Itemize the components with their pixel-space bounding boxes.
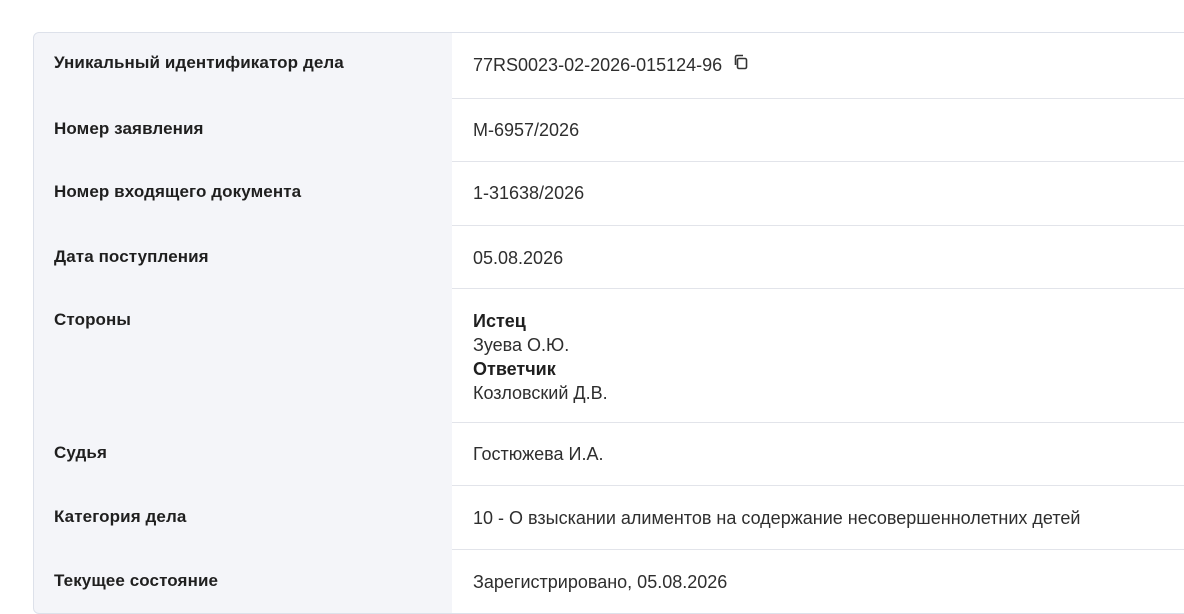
case-uid-label: Уникальный идентификатор дела xyxy=(54,53,344,72)
parties-cell: Истец Зуева О.Ю. Ответчик Козловский Д.В… xyxy=(452,289,1184,423)
incoming-doc-number-label: Номер входящего документа xyxy=(54,182,302,201)
defendant-role: Ответчик xyxy=(473,359,556,379)
application-number-label: Номер заявления xyxy=(54,119,204,138)
application-number-cell: М-6957/2026 xyxy=(452,99,1184,162)
status-label: Текущее состояние xyxy=(54,571,219,590)
incoming-doc-number-cell: 1-31638/2026 xyxy=(452,162,1184,226)
status-value: Зарегистрировано, 05.08.2026 xyxy=(473,572,728,592)
row-parties: Стороны Истец Зуева О.Ю. Ответчик Козлов… xyxy=(34,289,1184,423)
judge-value: Гостюжева И.А. xyxy=(473,444,604,464)
incoming-doc-number-value: 1-31638/2026 xyxy=(473,183,585,203)
row-incoming-doc-number: Номер входящего документа 1-31638/2026 xyxy=(34,162,1184,226)
copy-icon[interactable] xyxy=(732,53,750,76)
case-uid-value: 77RS0023-02-2026-015124-96 xyxy=(473,55,723,75)
row-status: Текущее состояние Зарегистрировано, 05.0… xyxy=(34,550,1184,613)
category-value: 10 - О взыскании алиментов на содержание… xyxy=(473,508,1081,528)
parties-label: Стороны xyxy=(54,310,132,329)
plaintiff-name: Зуева О.Ю. xyxy=(473,335,570,355)
row-judge: Судья Гостюжева И.А. xyxy=(34,423,1184,486)
row-case-uid: Уникальный идентификатор дела 77RS0023-0… xyxy=(34,33,1184,99)
judge-label: Судья xyxy=(54,443,107,462)
receipt-date-cell: 05.08.2026 xyxy=(452,226,1184,289)
judge-cell: Гостюжева И.А. xyxy=(452,423,1184,486)
defendant-name: Козловский Д.В. xyxy=(473,383,608,403)
plaintiff-role: Истец xyxy=(473,311,526,331)
receipt-date-value: 05.08.2026 xyxy=(473,248,564,268)
category-label: Категория дела xyxy=(54,507,187,526)
case-uid-cell: 77RS0023-02-2026-015124-96 xyxy=(452,33,1184,99)
row-receipt-date: Дата поступления 05.08.2026 xyxy=(34,226,1184,289)
row-category: Категория дела 10 - О взыскании алименто… xyxy=(34,486,1184,550)
case-details-card: Уникальный идентификатор дела 77RS0023-0… xyxy=(33,32,1184,614)
row-application-number: Номер заявления М-6957/2026 xyxy=(34,99,1184,162)
application-number-value: М-6957/2026 xyxy=(473,120,580,140)
parties-list: Истец Зуева О.Ю. Ответчик Козловский Д.В… xyxy=(473,309,608,405)
category-cell: 10 - О взыскании алиментов на содержание… xyxy=(452,486,1184,550)
status-cell: Зарегистрировано, 05.08.2026 xyxy=(452,550,1184,613)
case-uid-value-wrap: 77RS0023-02-2026-015124-96 xyxy=(473,53,750,76)
receipt-date-label: Дата поступления xyxy=(54,247,209,266)
